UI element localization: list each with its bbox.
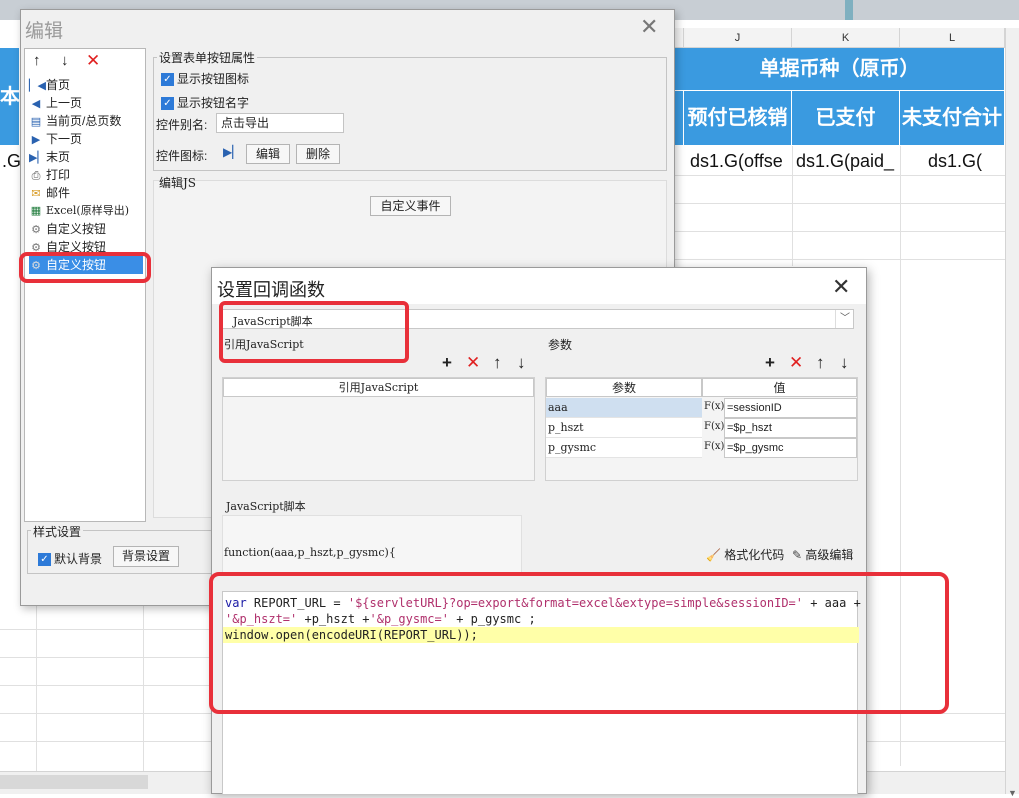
param-name-cell[interactable]: aaa: [546, 398, 702, 418]
show-name-checkbox[interactable]: ✓ 显示按钮名字: [161, 94, 249, 111]
prev-page-icon: ◀: [31, 98, 41, 110]
last-page-icon: ▶▏: [223, 145, 242, 159]
column-header-l[interactable]: L: [900, 28, 1005, 48]
header-cell-unpaid-total: 未支付合计: [900, 91, 1005, 146]
first-page-icon: ▏◀: [29, 80, 46, 92]
style-settings-legend: 样式设置: [31, 523, 84, 540]
remove-icon[interactable]: ✕: [466, 353, 480, 373]
function-signature: function(aaa,p_hszt,p_gysmc){: [224, 546, 396, 559]
ref-js-column-header: 引用JavaScript: [223, 378, 534, 397]
value-column-header: 值: [702, 378, 857, 397]
remove-icon[interactable]: ✕: [789, 353, 803, 373]
scroll-thumb[interactable]: [0, 775, 148, 789]
group-header-cell: 单据币种（原币）: [675, 48, 1005, 91]
highlight-box-script-type: [219, 301, 409, 363]
left-header-fragment: 本体: [0, 48, 20, 146]
param-value-cell[interactable]: =sessionID: [724, 398, 857, 418]
move-down-icon[interactable]: ↓: [840, 353, 849, 373]
tree-item-excel[interactable]: ▦ Excel(原样导出): [29, 202, 129, 220]
edit-icon: ✎: [792, 548, 803, 562]
default-background-checkbox[interactable]: ✓ 默认背景: [38, 550, 102, 567]
close-icon[interactable]: ✕: [640, 14, 658, 40]
check-icon: ✓: [161, 73, 174, 87]
tree-item-custom-button-1[interactable]: ⚙ 自定义按钮: [29, 220, 106, 238]
header-cell-paid: 已支付: [792, 91, 900, 146]
tree-item-mail[interactable]: ✉ 邮件: [29, 184, 70, 202]
param-name-cell[interactable]: p_gysmc: [546, 438, 702, 458]
button-tree: ↑ ↓ ✕ ▏◀首页 ◀ 上一页 ▤ 当前页/总页数 ▶ 下一页 ▶▏末页 ⎙ 打印 ✉…: [24, 48, 146, 522]
edit-js-legend: 编辑JS: [159, 176, 197, 190]
param-column-header: 参数: [546, 378, 702, 397]
data-cell-offset[interactable]: ds1.G(offse: [690, 148, 790, 174]
gear-icon: ⚙: [31, 224, 41, 236]
mail-icon: ✉: [31, 188, 41, 200]
format-code-button[interactable]: 🧹 格式化代码: [706, 546, 784, 563]
column-header-k[interactable]: K: [792, 28, 900, 48]
move-up-icon[interactable]: ↑: [493, 353, 502, 373]
broom-icon: 🧹: [706, 548, 721, 562]
check-icon: ✓: [161, 97, 174, 111]
move-up-icon[interactable]: ↑: [33, 52, 41, 69]
button-properties-legend: 设置表单按钮属性: [157, 49, 258, 66]
formula-icon[interactable]: F(x): [704, 398, 724, 418]
tree-item-print[interactable]: ⎙ 打印: [29, 166, 70, 184]
callback-dialog-title: 设置回调函数: [217, 280, 325, 300]
edit-dialog-title: 编辑: [25, 21, 64, 42]
icon-delete-button[interactable]: 删除: [296, 144, 340, 164]
icon-edit-button[interactable]: 编辑: [246, 144, 290, 164]
alias-input[interactable]: 点击导出: [216, 113, 344, 133]
data-cell-paid[interactable]: ds1.G(paid_: [796, 148, 899, 174]
alias-label: 控件别名:: [156, 118, 208, 132]
tree-item-last-page[interactable]: ▶▏末页: [29, 148, 70, 166]
add-icon[interactable]: +: [765, 353, 775, 373]
ref-js-table: 引用JavaScript: [222, 377, 535, 481]
tree-item-page-count[interactable]: ▤ 当前页/总页数: [29, 112, 122, 130]
custom-event-button[interactable]: 自定义事件: [370, 196, 451, 216]
js-script-legend: JavaScript脚本: [226, 500, 306, 513]
param-name-cell[interactable]: p_hszt: [546, 418, 702, 438]
next-page-icon: ▶: [31, 134, 41, 146]
move-down-icon[interactable]: ↓: [61, 52, 69, 69]
show-icon-checkbox[interactable]: ✓ 显示按钮图标: [161, 70, 249, 87]
close-icon[interactable]: ✕: [832, 274, 850, 300]
param-value-cell[interactable]: =$p_hszt: [724, 418, 857, 438]
highlight-box-selected-item: [19, 252, 151, 283]
move-down-icon[interactable]: ↓: [517, 353, 526, 373]
advanced-edit-button[interactable]: ✎ 高级编辑: [792, 546, 853, 563]
tree-item-prev-page[interactable]: ◀ 上一页: [29, 94, 82, 112]
background-settings-button[interactable]: 背景设置: [113, 546, 179, 567]
tree-item-first-page[interactable]: ▏◀首页: [29, 76, 70, 94]
check-icon: ✓: [38, 553, 51, 567]
chevron-down-icon[interactable]: ﹀: [835, 310, 854, 328]
last-page-icon: ▶▏: [29, 152, 46, 164]
formula-icon[interactable]: F(x): [704, 418, 724, 438]
highlight-box-code: [209, 572, 949, 714]
move-up-icon[interactable]: ↑: [816, 353, 825, 373]
scroll-down-icon[interactable]: ▼: [1008, 788, 1017, 798]
left-data-fragment: .G(: [2, 151, 20, 171]
delete-icon[interactable]: ✕: [86, 51, 100, 71]
vertical-scrollbar[interactable]: ▼: [1005, 28, 1019, 798]
add-icon[interactable]: +: [442, 353, 452, 373]
param-value-cell[interactable]: =$p_gysmc: [724, 438, 857, 458]
tree-item-next-page[interactable]: ▶ 下一页: [29, 130, 82, 148]
params-legend: 参数: [548, 338, 573, 352]
data-cell-unpaid[interactable]: ds1.G(: [928, 148, 1003, 174]
column-header-j[interactable]: J: [684, 28, 792, 48]
icon-label: 控件图标:: [156, 149, 208, 163]
page-count-icon: ▤: [30, 116, 42, 128]
excel-icon: ▦: [30, 204, 42, 217]
print-icon: ⎙: [31, 170, 41, 182]
formula-icon[interactable]: F(x): [704, 438, 724, 458]
params-table: 参数 值 aaa F(x) =sessionID p_hszt F(x) =$p…: [545, 377, 858, 481]
header-cell-prepaid-verified: 预付已核销: [684, 91, 792, 146]
